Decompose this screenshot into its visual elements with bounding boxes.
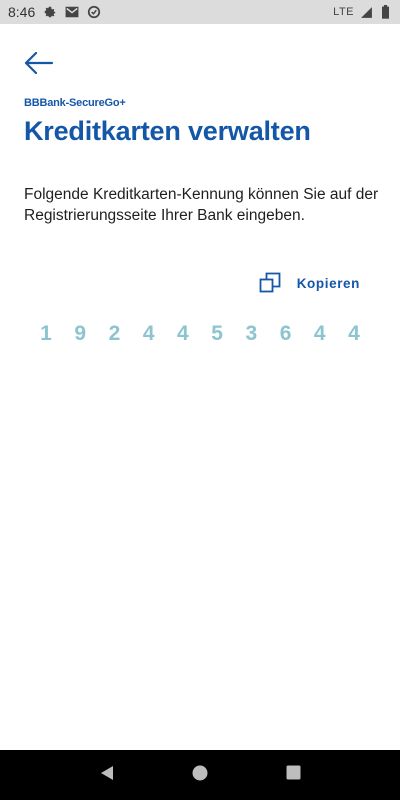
copy-label: Kopieren	[296, 275, 360, 291]
card-id-digit: 4	[313, 322, 326, 345]
card-id-digit: 4	[142, 322, 155, 345]
recents-square-icon	[286, 765, 301, 785]
gmail-icon	[65, 5, 79, 19]
signal-icon	[359, 5, 373, 19]
app-name: BBBank-SecureGo+	[24, 97, 126, 109]
nav-recents-button[interactable]	[273, 755, 313, 795]
home-circle-icon	[192, 765, 208, 786]
data-saver-icon	[87, 5, 101, 19]
system-nav-bar	[0, 750, 400, 800]
gear-icon	[43, 5, 57, 19]
card-id-digit: 4	[348, 322, 360, 345]
card-id-digit: 4	[177, 322, 189, 345]
copy-button[interactable]: Kopieren	[259, 270, 360, 296]
status-left: 8:46	[8, 4, 101, 20]
status-right: LTE	[333, 5, 392, 19]
card-id-digit: 1	[40, 322, 52, 345]
nav-home-button[interactable]	[180, 755, 220, 795]
card-id-digit: 6	[279, 322, 292, 345]
card-id-digit: 3	[245, 322, 258, 345]
card-id-number: 1 9 2 4 4 5 3 6 4 4	[30, 322, 370, 346]
back-triangle-icon	[99, 765, 115, 786]
back-button[interactable]	[22, 50, 56, 80]
nav-back-button[interactable]	[87, 755, 127, 795]
page-title: Kreditkarten verwalten	[24, 116, 311, 146]
card-id-digit: 9	[74, 322, 87, 345]
description-text: Folgende Kreditkarten-Kennung können Sie…	[24, 186, 379, 224]
status-time: 8:46	[8, 4, 36, 20]
card-id-digit: 5	[211, 322, 223, 345]
card-id-digit: 2	[108, 322, 121, 345]
copy-icon	[259, 272, 281, 294]
battery-icon	[378, 5, 392, 19]
status-bar: 8:46 LTE	[0, 0, 400, 24]
arrow-left-icon	[24, 51, 54, 79]
network-type: LTE	[333, 6, 354, 18]
